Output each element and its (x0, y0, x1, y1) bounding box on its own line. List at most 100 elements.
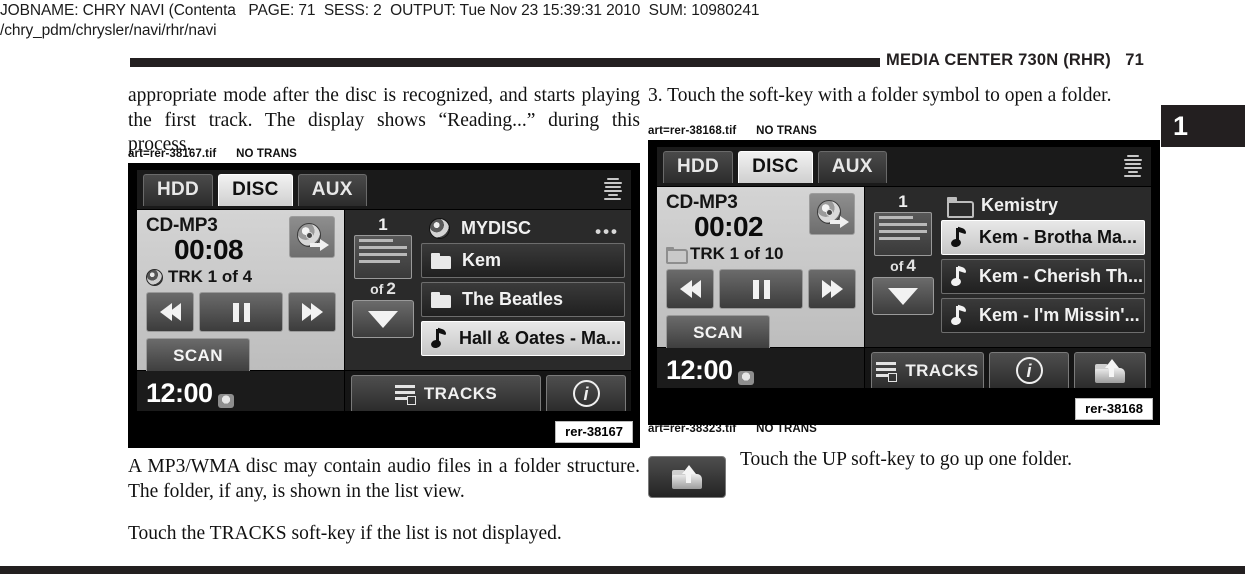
list-item-label: Hall & Oates - Ma... (459, 328, 622, 348)
paragraph-left-top: appropriate mode after the disc is recog… (128, 85, 640, 155)
pause-button[interactable] (199, 292, 283, 332)
next-track-button[interactable] (288, 292, 336, 332)
left-column-lower: A MP3/WMA disc may contain audio files i… (128, 455, 640, 547)
browse-list-panel: 1 of 4 Kemistry Kem - Brotha Ma... Kem -… (865, 187, 1151, 347)
folder-up-icon (1095, 358, 1125, 383)
up-soft-key-illustration (648, 456, 726, 498)
head-unit-bottom-bar: 12:00 TRACKS i (137, 370, 631, 411)
pause-button[interactable] (719, 269, 803, 309)
list-item[interactable]: Hall & Oates - Ma... (421, 321, 625, 356)
list-item[interactable]: Kem - Cherish Th... (941, 259, 1145, 294)
playback-panel: CD-MP3 00:08 TRK 1 of 4 SCAN (137, 210, 345, 374)
bottom-buttons: TRACKS i (345, 371, 631, 411)
chevron-down-icon (888, 287, 918, 305)
list-item[interactable]: Kem - Brotha Ma... (941, 220, 1145, 255)
head-unit-screen: HDD DISC AUX CD-MP3 00:02 TRK 1 of 10 SC… (657, 147, 1151, 388)
music-note-icon (951, 226, 969, 248)
playback-panel: CD-MP3 00:02 TRK 1 of 10 SCAN (657, 187, 865, 351)
source-tab-hdd[interactable]: HDD (663, 151, 734, 183)
tracks-list-icon (876, 361, 898, 382)
page-total: 2 (386, 279, 396, 298)
overflow-dots: ••• (595, 222, 619, 241)
print-job-line-2: /chry_pdm/chrysler/navi/rhr/navi (0, 22, 217, 39)
tracks-list-icon (394, 384, 416, 405)
tracks-button[interactable]: TRACKS (351, 374, 541, 411)
source-tab-aux[interactable]: AUX (297, 174, 367, 206)
list-items: Kemistry Kem - Brotha Ma... Kem - Cheris… (941, 187, 1151, 347)
transport-controls (666, 269, 857, 309)
disc-repeat-icon (816, 199, 849, 229)
folder-icon (431, 291, 452, 308)
chapter-tab: 1 (1161, 105, 1245, 147)
scrollbar-thumb[interactable] (354, 235, 412, 279)
bottom-buttons: TRACKS i (865, 348, 1151, 388)
up-folder-button[interactable] (1074, 351, 1146, 388)
list-item[interactable]: Kem - I'm Missin'... (941, 298, 1145, 333)
track-status-line: TRK 1 of 4 (146, 267, 337, 287)
art-label-fig1: art=rer-38167.tif NO TRANS (128, 148, 297, 160)
pause-icon (232, 302, 250, 322)
volume-knob-icon[interactable] (737, 371, 754, 385)
page-total-wrap: of 4 (890, 256, 916, 275)
scrollbar-thumb[interactable] (874, 212, 932, 256)
folder-icon (666, 247, 688, 264)
running-head-title: MEDIA CENTER 730N (RHR) 71 (886, 51, 1145, 69)
rewind-icon-2 (688, 280, 701, 298)
info-button[interactable]: i (989, 351, 1069, 388)
list-items: MYDISC ••• Kem The Beatles Hall & Oates … (421, 210, 631, 370)
list-pager: 1 of 4 (865, 187, 941, 347)
previous-track-button[interactable] (666, 269, 714, 309)
disc-mode-button[interactable] (809, 193, 855, 235)
page-of-label: of (370, 281, 384, 297)
info-button[interactable]: i (546, 374, 626, 411)
scan-button[interactable]: SCAN (666, 315, 770, 351)
manual-page: JOBNAME: CHRY NAVI (Contenta PAGE: 71 SE… (0, 0, 1245, 580)
paragraph-left-lower-1: A MP3/WMA disc may contain audio files i… (128, 456, 640, 502)
equalizer-icon[interactable] (1124, 155, 1142, 177)
scroll-down-button[interactable] (352, 300, 414, 338)
volume-knob-icon[interactable] (217, 394, 234, 408)
music-note-icon (431, 327, 449, 349)
folder-up-icon (672, 465, 702, 489)
equalizer-icon[interactable] (604, 178, 622, 200)
page-of-label: of (890, 258, 904, 274)
art-label-fig2: art=rer-38168.tif NO TRANS (648, 125, 817, 137)
source-tab-disc[interactable]: DISC (738, 151, 813, 183)
disc-repeat-icon (296, 222, 329, 252)
rewind-icon-2 (168, 303, 181, 321)
next-track-button[interactable] (808, 269, 856, 309)
list-item[interactable]: The Beatles (421, 282, 625, 317)
page-current: 1 (378, 215, 388, 234)
print-job-line-1: JOBNAME: CHRY NAVI (Contenta PAGE: 71 SE… (0, 2, 760, 19)
source-tab-bar: HDD DISC AUX (137, 170, 631, 210)
page-total: 4 (906, 256, 916, 275)
browse-list-panel: 1 of 2 MYDISC ••• Kem The Beatles Hall &… (345, 210, 631, 370)
clock-text: 12:00 (666, 355, 733, 385)
list-header: MYDISC ••• (421, 213, 625, 243)
head-unit-body: CD-MP3 00:08 TRK 1 of 4 SCAN 1 of 2 MYDI… (137, 210, 631, 374)
transport-controls (146, 292, 337, 332)
up-key-caption: Touch the UP soft-key to go up one folde… (740, 449, 1073, 470)
head-unit-screen: HDD DISC AUX CD-MP3 00:08 TRK 1 of 4 SCA… (137, 170, 631, 411)
list-pager: 1 of 2 (345, 210, 421, 370)
cd-icon (429, 218, 450, 239)
previous-track-button[interactable] (146, 292, 194, 332)
track-status-line: TRK 1 of 10 (666, 244, 857, 264)
clock-text: 12:00 (146, 378, 213, 408)
source-tab-disc[interactable]: DISC (218, 174, 293, 206)
scroll-down-button[interactable] (872, 277, 934, 315)
fast-forward-icon-2 (830, 280, 843, 298)
disc-mode-button[interactable] (289, 216, 335, 258)
list-header-label: MYDISC (461, 217, 532, 238)
tracks-button[interactable]: TRACKS (871, 351, 984, 388)
paragraph-left-lower-2: Touch the TRACKS soft-key if the list is… (128, 523, 562, 544)
list-item[interactable]: Kem (421, 243, 625, 278)
source-tab-aux[interactable]: AUX (817, 151, 887, 183)
source-tab-hdd[interactable]: HDD (143, 174, 214, 206)
track-status-text: TRK 1 of 4 (168, 267, 253, 286)
cd-icon (146, 268, 163, 286)
music-note-icon (951, 265, 969, 287)
clock-area: 12:00 (137, 371, 345, 411)
page-total-wrap: of 2 (370, 279, 396, 298)
scan-button[interactable]: SCAN (146, 338, 250, 374)
